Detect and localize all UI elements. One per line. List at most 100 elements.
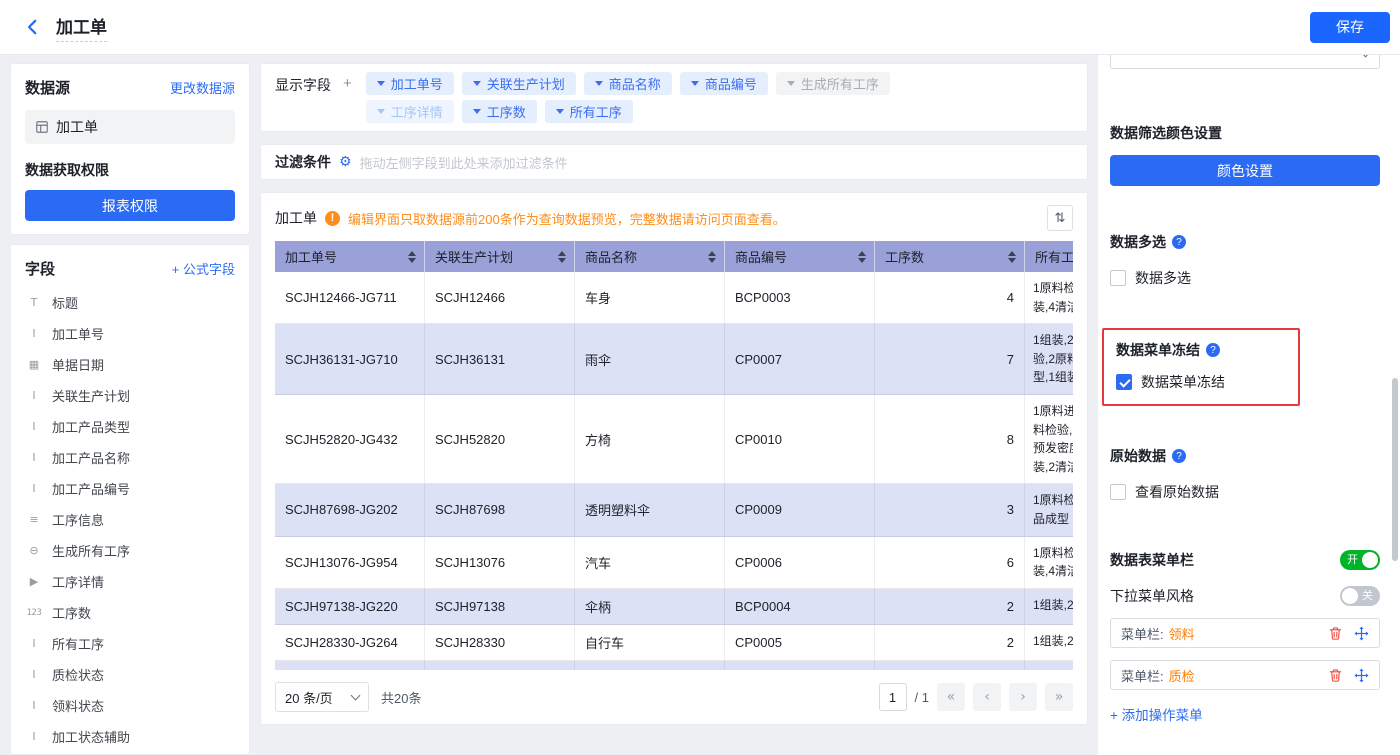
page-number-box[interactable]: 1 xyxy=(879,683,907,711)
field-item[interactable]: ≡工序信息 xyxy=(25,504,235,535)
display-field-chip[interactable]: 所有工序 xyxy=(545,100,633,123)
save-button[interactable]: 保存 xyxy=(1310,12,1390,43)
table-menubar-toggle[interactable]: 开 xyxy=(1340,550,1380,570)
field-item[interactable]: I领料状态 xyxy=(25,690,235,721)
delete-icon[interactable] xyxy=(1328,668,1343,683)
cell-plan: SCJH28330 xyxy=(425,625,575,661)
table-row[interactable]: SCJH28330-JG264SCJH28330自行车CP000521组装,2 xyxy=(275,625,1073,661)
column-header-label: 所有工序 xyxy=(1035,247,1073,266)
fields-title: 字段 xyxy=(25,258,55,279)
display-field-chip[interactable]: 生成所有工序 xyxy=(776,72,890,95)
field-item[interactable]: I加工单号 xyxy=(25,318,235,349)
color-settings-title: 数据筛选颜色设置 xyxy=(1110,123,1380,143)
field-item[interactable]: T标题 xyxy=(25,287,235,318)
sort-order-button[interactable]: ⇅ xyxy=(1047,205,1073,231)
table-row[interactable]: SCJH87698-JG202SCJH87698透明塑料伞CP000931原料检… xyxy=(275,484,1073,536)
field-label: 标题 xyxy=(52,293,78,312)
field-item[interactable]: ▦单据日期 xyxy=(25,349,235,380)
first-page-button[interactable]: « xyxy=(937,683,965,711)
field-item[interactable]: I质检状态 xyxy=(25,659,235,690)
delete-icon[interactable] xyxy=(1328,626,1343,641)
cell-order-no: SCJH13076-JG954 xyxy=(275,537,425,589)
field-item[interactable]: I加工产品编号 xyxy=(25,473,235,504)
multiselect-label: 数据多选 xyxy=(1135,268,1191,288)
sort-icon[interactable] xyxy=(558,251,566,263)
text-icon: I xyxy=(25,637,43,650)
cell-order-no: SCJH36131-JG710 xyxy=(275,324,425,395)
field-item[interactable]: 123工序数 xyxy=(25,597,235,628)
page-size-select[interactable]: 20 条/页 xyxy=(275,682,369,712)
table-row[interactable]: SCJH56863-JG518SCJH56863椅腿BCP001121原料检 xyxy=(275,661,1073,670)
add-display-field-button[interactable]: + xyxy=(343,75,352,123)
field-item[interactable]: I加工产品名称 xyxy=(25,442,235,473)
sort-icon[interactable] xyxy=(1008,251,1016,263)
prev-page-button[interactable]: ‹ xyxy=(973,683,1001,711)
add-operation-menu-link[interactable]: + 添加操作菜单 xyxy=(1110,704,1203,724)
freeze-checkbox[interactable] xyxy=(1116,374,1132,390)
raw-data-label: 查看原始数据 xyxy=(1135,482,1219,502)
field-item[interactable]: I加工产品类型 xyxy=(25,411,235,442)
column-header[interactable]: 商品名称 xyxy=(575,241,725,272)
multiselect-checkbox[interactable] xyxy=(1110,270,1126,286)
gear-icon[interactable]: ⚙ xyxy=(339,154,352,170)
chevron-down-icon xyxy=(787,81,795,86)
dropdown-style-toggle[interactable]: 关 xyxy=(1340,586,1380,606)
field-item[interactable]: ▶工序详情 xyxy=(25,566,235,597)
table-row[interactable]: SCJH12466-JG711SCJH12466车身BCP000341原料检 装… xyxy=(275,272,1073,324)
collapsed-select[interactable] xyxy=(1110,55,1380,69)
column-header[interactable]: 工序数 xyxy=(875,241,1025,272)
chevron-down-icon xyxy=(473,81,481,86)
help-icon[interactable]: ? xyxy=(1206,343,1220,357)
display-field-chip[interactable]: 商品编号 xyxy=(680,72,768,95)
table-row[interactable]: SCJH36131-JG710SCJH36131雨伞CP000771组装,2 验… xyxy=(275,324,1073,395)
topbar: 加工单 保存 xyxy=(0,0,1400,55)
help-icon[interactable]: ? xyxy=(1172,235,1186,249)
next-page-button[interactable]: › xyxy=(1009,683,1037,711)
display-field-chip[interactable]: 商品名称 xyxy=(584,72,672,95)
sort-icon[interactable] xyxy=(408,251,416,263)
last-page-button[interactable]: » xyxy=(1045,683,1073,711)
column-header[interactable]: 商品编号 xyxy=(725,241,875,272)
cell-process-count: 6 xyxy=(875,537,1025,589)
raw-data-checkbox[interactable] xyxy=(1110,484,1126,500)
column-header[interactable]: 加工单号 xyxy=(275,241,425,272)
filter-panel[interactable]: 过滤条件 ⚙ 拖动左侧字段到此处来添加过滤条件 xyxy=(260,144,1088,180)
display-field-chip[interactable]: 工序详情 xyxy=(366,100,454,123)
cell-all-processes: 1原料检 装,4清洁 xyxy=(1025,537,1073,589)
cell-process-count: 3 xyxy=(875,484,1025,536)
field-label: 质检状态 xyxy=(52,665,104,684)
display-field-chip[interactable]: 关联生产计划 xyxy=(462,72,576,95)
table-row[interactable]: SCJH13076-JG954SCJH13076汽车CP000661原料检 装,… xyxy=(275,537,1073,589)
cell-plan: SCJH97138 xyxy=(425,589,575,625)
table-row[interactable]: SCJH97138-JG220SCJH97138伞柄BCP000421组装,2 xyxy=(275,589,1073,625)
chips-row-2: 工序详情工序数所有工序 xyxy=(366,100,890,123)
move-icon[interactable] xyxy=(1354,668,1369,683)
display-field-chip[interactable]: 加工单号 xyxy=(366,72,454,95)
cell-plan: SCJH13076 xyxy=(425,537,575,589)
datasource-item-label: 加工单 xyxy=(56,117,98,137)
table-row[interactable]: SCJH52820-JG432SCJH52820方椅CP001081原料进 料检… xyxy=(275,395,1073,484)
vertical-scrollbar[interactable] xyxy=(1392,378,1398,561)
column-header[interactable]: 关联生产计划 xyxy=(425,241,575,272)
column-header[interactable]: 所有工序 xyxy=(1025,241,1073,272)
menu-name: 质检 xyxy=(1169,666,1195,685)
add-formula-field-link[interactable]: + 公式字段 xyxy=(172,259,235,278)
move-icon[interactable] xyxy=(1354,626,1369,641)
help-icon[interactable]: ? xyxy=(1172,449,1186,463)
datasource-item[interactable]: 加工单 xyxy=(25,110,235,144)
field-item[interactable]: I关联生产计划 xyxy=(25,380,235,411)
back-button[interactable] xyxy=(24,18,42,36)
field-item[interactable]: ⊖生成所有工序 xyxy=(25,535,235,566)
sort-icon[interactable] xyxy=(858,251,866,263)
chevron-left-icon xyxy=(24,18,42,36)
report-permission-button[interactable]: 报表权限 xyxy=(25,190,235,221)
filter-placeholder: 拖动左侧字段到此处来添加过滤条件 xyxy=(360,153,568,172)
field-item[interactable]: I加工状态辅助 xyxy=(25,721,235,752)
display-fields-label: 显示字段 xyxy=(275,75,331,123)
field-item[interactable]: I所有工序 xyxy=(25,628,235,659)
menu-name: 领料 xyxy=(1169,624,1195,643)
color-settings-button[interactable]: 颜色设置 xyxy=(1110,155,1380,186)
display-field-chip[interactable]: 工序数 xyxy=(462,100,537,123)
change-datasource-link[interactable]: 更改数据源 xyxy=(170,78,235,97)
sort-icon[interactable] xyxy=(708,251,716,263)
